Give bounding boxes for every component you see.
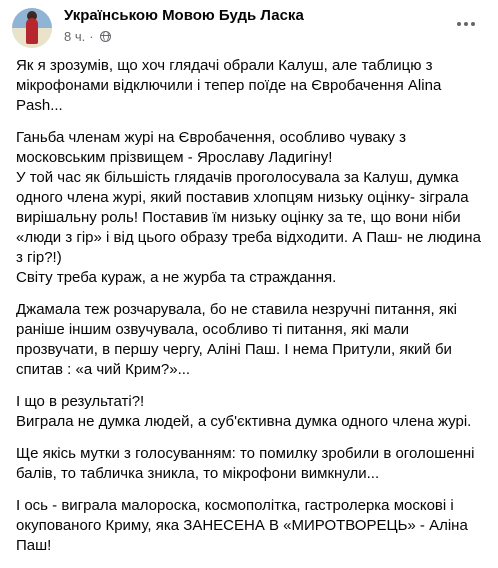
page-name-link[interactable]: Українською Мовою Будь Ласка [64,7,304,24]
post-paragraph: Ганьба членам журі на Євробачення, особл… [16,129,481,286]
meta-separator: · [89,29,94,44]
more-horizontal-icon [457,22,461,26]
post-text: Як я зрозумів, що хоч глядачі обрали Кал… [16,56,486,568]
more-options-button[interactable] [452,10,480,38]
post-timestamp[interactable]: 8 ч. [64,29,85,44]
post-header: Українською Мовою Будь Ласка 8 ч. · [12,4,486,48]
post-paragraph: І що в результаті?! Виграла не думка люде… [16,393,472,430]
avatar[interactable] [12,8,52,48]
post-meta: 8 ч. · [64,29,111,44]
more-dot [471,22,475,26]
avatar-person-body [26,18,38,44]
more-dot [464,22,468,26]
post-paragraph: Ще якісь мутки з голосуванням: то помилк… [16,445,475,482]
post-paragraph: Як я зрозумів, що хоч глядачі обрали Кал… [16,57,442,114]
post-paragraph: Джамала теж розчарувала, бо не ставила н… [16,301,457,378]
globe-icon [99,31,111,42]
post-paragraph: І ось - виграла малороска, космополітка,… [16,497,468,554]
